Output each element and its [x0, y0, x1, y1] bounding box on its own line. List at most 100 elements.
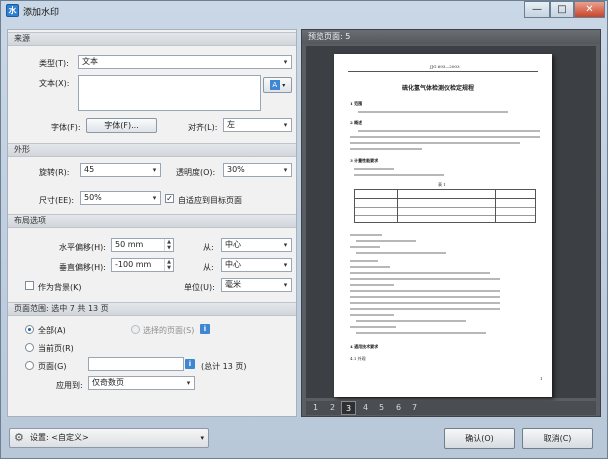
selected-pages-radio[interactable] [131, 325, 140, 334]
unit-value: 毫米 [225, 280, 241, 289]
cancel-button[interactable]: 取消(C) [522, 428, 593, 449]
chevron-down-icon: ▾ [200, 434, 204, 442]
h-from-value: 中心 [225, 240, 241, 249]
pages-label: 页面(G) [38, 362, 67, 371]
info-icon[interactable]: i [200, 324, 210, 334]
doc-text-line [356, 252, 446, 254]
v-from-select[interactable]: 中心 ▾ [221, 258, 292, 272]
all-pages-radio[interactable] [25, 325, 34, 334]
insert-text-button[interactable]: A ▾ [263, 77, 292, 93]
chevron-down-icon: ▾ [282, 82, 286, 89]
doc-text-line [350, 296, 500, 298]
page-tab-5[interactable]: 5 [374, 401, 389, 415]
doc-text-line [354, 168, 394, 170]
page-range-section-header: 页面范围: 选中 7 共 13 页 [8, 302, 296, 316]
page-tab-1[interactable]: 1 [308, 401, 323, 415]
doc-text-line [350, 260, 378, 262]
v-offset-value: -100 mm [115, 260, 152, 269]
doc-heading-3: 3 计量性能要求 [350, 158, 379, 163]
apply-to-label: 应用到: [56, 381, 83, 390]
doc-text-line [350, 290, 500, 292]
page-tab-2[interactable]: 2 [325, 401, 340, 415]
doc-table-rule [355, 198, 535, 199]
fit-to-page-checkbox[interactable]: ✓ [165, 194, 174, 203]
preview-panel: 预览页面: 5 JJG 693—2003 硫化氢气体检测仪检定规程 1 范围 2… [301, 29, 601, 417]
doc-text-line [350, 284, 394, 286]
pages-radio[interactable] [25, 361, 34, 370]
layout-section-header: 布局选项 [8, 214, 296, 228]
current-page-radio[interactable] [25, 343, 34, 352]
rotation-spinner[interactable]: 45 ▾ [80, 163, 161, 177]
chevron-down-icon: ▾ [152, 166, 157, 174]
apply-to-select[interactable]: 仅奇数页 ▾ [88, 376, 195, 390]
doc-code: JJG 693—2003 [430, 64, 460, 69]
align-select[interactable]: 左 ▾ [223, 118, 292, 132]
watermark-dialog: 水 添加水印 — □ ✕ 来源 类型(T): 文本 ▾ 文本(X): A ▾ 字… [0, 0, 608, 459]
ok-button[interactable]: 确认(O) [444, 428, 515, 449]
current-page-label: 当前页(R) [38, 344, 74, 353]
doc-page-number: 1 [540, 376, 543, 381]
doc-text-line [356, 332, 486, 334]
size-label: 尺寸(EE): [39, 196, 75, 205]
rotation-value: 45 [84, 165, 95, 174]
v-from-value: 中心 [225, 260, 241, 269]
doc-heading-1: 1 范围 [350, 101, 363, 106]
rotation-label: 旋转(R): [39, 168, 70, 177]
doc-table [354, 189, 536, 223]
text-label: 文本(X): [39, 79, 70, 88]
h-offset-spinner[interactable]: 50 mm ▲ ▼ [111, 238, 174, 252]
page-tab-7[interactable]: 7 [407, 401, 422, 415]
doc-table-rule [495, 190, 496, 222]
as-background-checkbox[interactable] [25, 281, 34, 290]
opacity-spinner[interactable]: 30% ▾ [223, 163, 292, 177]
doc-text-line [358, 130, 540, 132]
preview-header: 预览页面: 5 [302, 30, 600, 44]
opacity-value: 30% [227, 165, 245, 174]
fit-to-page-label: 自适应到目标页面 [178, 196, 242, 205]
v-from-label: 从: [203, 263, 214, 272]
pages-input[interactable] [88, 357, 184, 371]
h-from-label: 从: [203, 243, 214, 252]
doc-table-rule [355, 215, 535, 216]
chevron-down-icon: ▾ [283, 261, 288, 269]
info-icon[interactable]: i [185, 359, 195, 369]
preview-page: JJG 693—2003 硫化氢气体检测仪检定规程 1 范围 2 概述 3 计量… [334, 54, 552, 397]
h-from-select[interactable]: 中心 ▾ [221, 238, 292, 252]
chevron-down-icon: ▾ [186, 379, 191, 387]
total-pages-label: (总计 13 页) [201, 362, 247, 371]
font-label: 字体(F): [51, 123, 81, 132]
text-input[interactable] [78, 75, 261, 111]
chevron-down-icon: ▾ [283, 58, 288, 66]
v-offset-spinner[interactable]: -100 mm ▲ ▼ [111, 258, 174, 272]
settings-select[interactable]: ⚙ 设置: <自定义> ▾ [9, 428, 209, 448]
spinner-arrows-icon: ▲ ▼ [164, 239, 173, 251]
page-tab-4[interactable]: 4 [358, 401, 373, 415]
unit-select[interactable]: 毫米 ▾ [221, 278, 292, 292]
h-offset-value: 50 mm [115, 240, 144, 249]
appearance-section-header: 外形 [8, 143, 296, 157]
font-button[interactable]: 字体(F)... [86, 118, 157, 133]
align-label: 对齐(L): [188, 123, 218, 132]
unit-label: 单位(U): [184, 283, 215, 292]
h-offset-label: 水平偏移(H): [59, 243, 106, 252]
settings-panel: 来源 类型(T): 文本 ▾ 文本(X): A ▾ 字体(F): 字体(F)..… [7, 29, 297, 417]
align-value: 左 [227, 120, 235, 129]
page-tab-6[interactable]: 6 [391, 401, 406, 415]
type-select[interactable]: 文本 ▾ [78, 55, 292, 69]
preview-area: JJG 693—2003 硫化氢气体检测仪检定规程 1 范围 2 概述 3 计量… [306, 46, 596, 398]
doc-text-line [350, 278, 500, 280]
settings-value: 设置: <自定义> [30, 433, 89, 442]
close-button[interactable]: ✕ [574, 1, 605, 18]
doc-text-line [350, 272, 490, 274]
minimize-button[interactable]: — [524, 1, 550, 18]
doc-text-line [350, 136, 540, 138]
gear-icon: ⚙ [14, 431, 24, 444]
window-title: 添加水印 [23, 8, 60, 18]
size-spinner[interactable]: 50% ▾ [80, 191, 161, 205]
doc-text-line [350, 148, 422, 150]
doc-heading-4-1: 4.1 外观 [350, 356, 366, 361]
source-section-header: 来源 [8, 32, 296, 46]
maximize-button[interactable]: □ [550, 1, 574, 18]
page-tab-3[interactable]: 3 [341, 401, 356, 415]
doc-text-line [356, 320, 466, 322]
